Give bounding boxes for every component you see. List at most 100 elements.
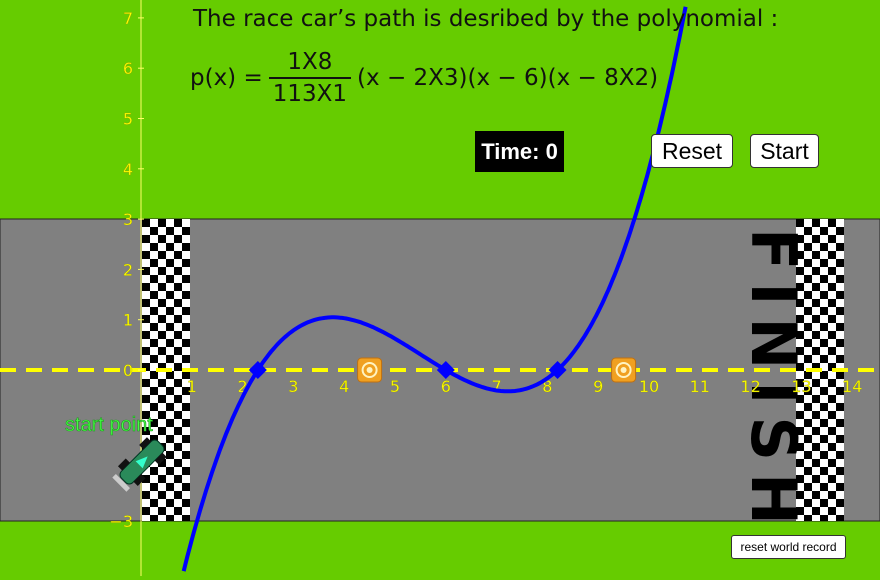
checker-square <box>166 435 174 443</box>
checker-square <box>142 251 150 259</box>
checker-square <box>142 395 150 403</box>
checker-square <box>182 515 190 521</box>
checker-square <box>174 507 182 515</box>
checker-square <box>812 379 820 387</box>
checker-square <box>150 307 158 315</box>
checker-square <box>150 291 158 299</box>
checker-square <box>828 395 836 403</box>
checker-square <box>150 259 158 267</box>
x-tick-label: 9 <box>593 377 603 396</box>
checker-square <box>158 251 166 259</box>
checker-square <box>158 299 166 307</box>
checker-square <box>158 267 166 275</box>
x-tick-label: 13 <box>791 377 811 396</box>
checker-square <box>812 507 820 515</box>
checker-square <box>836 499 844 507</box>
x-tick-label: 14 <box>842 377 862 396</box>
checker-square <box>158 283 166 291</box>
checker-square <box>836 243 844 251</box>
y-tick-label: 3 <box>123 210 133 229</box>
checker-square <box>166 387 174 395</box>
checker-square <box>182 467 190 475</box>
checker-square <box>142 347 150 355</box>
checker-square <box>174 443 182 451</box>
x-tick-label: 7 <box>492 377 502 396</box>
checker-square <box>142 299 150 307</box>
checker-square <box>836 355 844 363</box>
start-button[interactable]: Start <box>750 134 819 168</box>
checker-square <box>812 299 820 307</box>
checker-square <box>828 427 836 435</box>
checker-square <box>174 347 182 355</box>
checker-square <box>150 339 158 347</box>
y-tick-label: 2 <box>123 260 133 279</box>
checker-square <box>820 451 828 459</box>
checker-square <box>142 219 150 227</box>
x-tick-label: 10 <box>639 377 659 396</box>
path-description: The race car’s path is desribed by the p… <box>193 6 779 32</box>
checker-square <box>828 379 836 387</box>
checker-square <box>158 475 166 483</box>
formula-prefix: p(x) = <box>190 65 263 91</box>
checker-square <box>174 395 182 403</box>
y-tick-label: 5 <box>123 110 133 129</box>
checker-square <box>812 347 820 355</box>
checker-square <box>828 315 836 323</box>
checker-square <box>820 275 828 283</box>
checker-square <box>836 307 844 315</box>
x-tick-label: 1 <box>187 377 197 396</box>
checker-square <box>158 491 166 499</box>
checker-square <box>812 395 820 403</box>
checker-square <box>166 515 174 521</box>
checker-square <box>142 331 150 339</box>
checker-square <box>166 323 174 331</box>
checker-square <box>820 387 828 395</box>
checker-square <box>812 443 820 451</box>
checker-square <box>166 483 174 491</box>
x-tick-label: 11 <box>690 377 710 396</box>
checker-square <box>174 315 182 323</box>
checker-square <box>820 227 828 235</box>
checker-square <box>812 251 820 259</box>
checker-square <box>812 283 820 291</box>
checker-square <box>158 235 166 243</box>
y-tick-label: 6 <box>123 59 133 78</box>
checker-square <box>828 235 836 243</box>
checker-square <box>150 483 158 491</box>
checker-square <box>150 243 158 251</box>
checker-square <box>820 355 828 363</box>
checker-square <box>820 371 828 379</box>
checker-square <box>158 427 166 435</box>
checker-square <box>836 403 844 411</box>
checker-square <box>836 227 844 235</box>
x-tick-label: 12 <box>740 377 760 396</box>
checker-square <box>182 243 190 251</box>
checker-square <box>174 427 182 435</box>
checker-square <box>174 299 182 307</box>
reset-button[interactable]: Reset <box>651 134 733 168</box>
checker-square <box>828 267 836 275</box>
checker-square <box>820 467 828 475</box>
checker-square <box>166 227 174 235</box>
checker-square <box>158 395 166 403</box>
checker-square <box>174 459 182 467</box>
checker-square <box>174 379 182 387</box>
checker-square <box>182 403 190 411</box>
fraction-denominator: 113X1 <box>268 77 352 107</box>
checker-square <box>142 315 150 323</box>
checker-square <box>836 419 844 427</box>
checker-square <box>174 251 182 259</box>
checker-square <box>182 275 190 283</box>
checker-square <box>820 515 828 521</box>
checker-square <box>166 419 174 427</box>
reset-world-record-button[interactable]: reset world record <box>731 535 846 559</box>
checker-square <box>836 467 844 475</box>
checker-square <box>166 307 174 315</box>
checker-square <box>812 315 820 323</box>
checker-square <box>796 219 804 227</box>
checker-square <box>812 491 820 499</box>
game-canvas[interactable]: FINISH 7 6 5 4 3 2 1 0 −3 1 2 3 4 5 6 7 8 9 10 11 12 13 14 st… <box>0 0 880 576</box>
checker-square <box>820 435 828 443</box>
polynomial-formula: p(x) = 1X8 113X1 (x − 2X3)(x − 6)(x − 8X… <box>190 46 658 110</box>
checker-square <box>828 459 836 467</box>
